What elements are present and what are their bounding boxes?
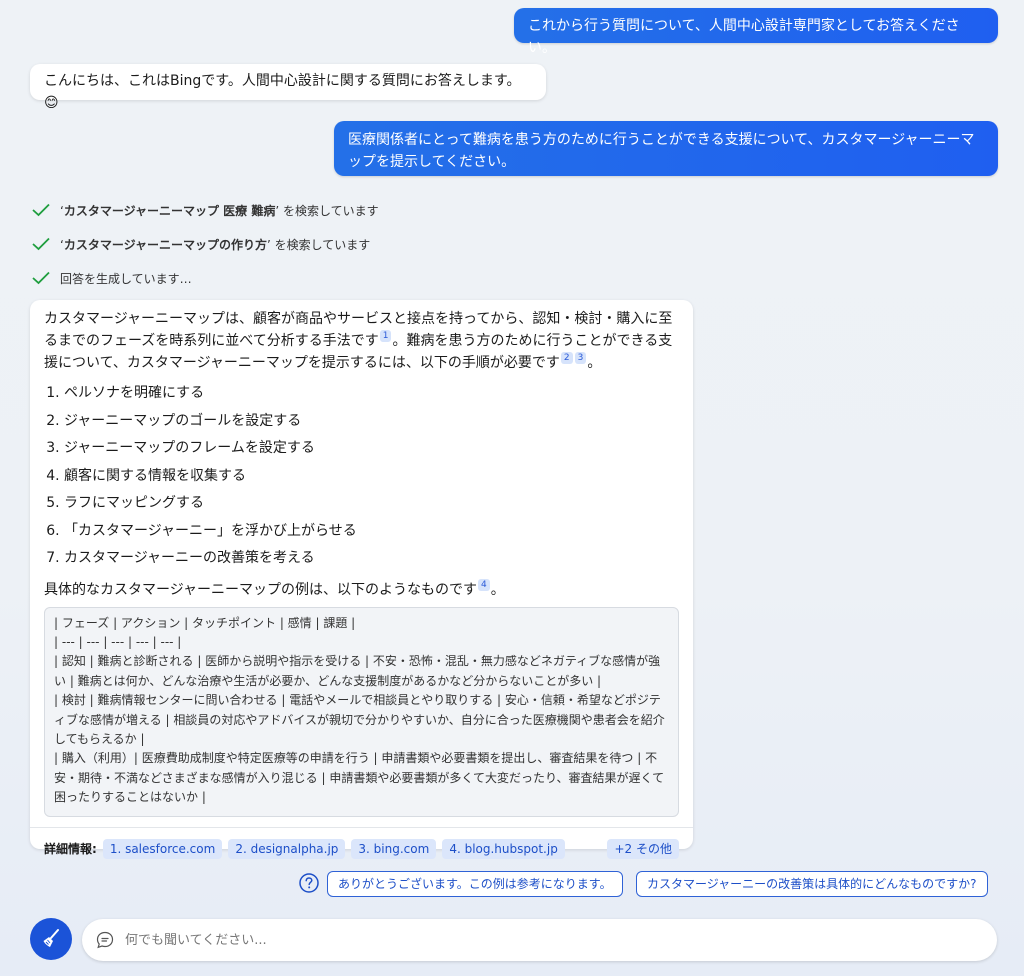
source-link[interactable]: 3. bing.com bbox=[351, 838, 437, 859]
answer-intro: カスタマージャーニーマップは、顧客が商品やサービスと接点を持ってから、認知・検討… bbox=[44, 311, 673, 371]
new-topic-button[interactable] bbox=[30, 918, 72, 960]
citation-link[interactable]: 3 bbox=[574, 352, 587, 364]
source-link[interactable]: 4. blog.hubspot.jp bbox=[442, 838, 565, 859]
steps-list: ペルソナを明確にする ジャーニーマップのゴールを設定する ジャーニーマップのフレ… bbox=[44, 380, 679, 573]
bot-message: こんにちは、これはBingです。人間中心設計に関する質問にお答えします。 😊 bbox=[30, 64, 546, 111]
citation-link[interactable]: 1 bbox=[379, 330, 392, 342]
list-item: カスタマージャーニーの改善策を考える bbox=[64, 545, 679, 573]
learn-more-label: 詳細情報: bbox=[44, 841, 97, 856]
bot-answer: カスタマージャーニーマップは、顧客が商品やサービスと接点を持ってから、認知・検討… bbox=[30, 300, 693, 859]
list-item: ペルソナを明確にする bbox=[64, 380, 679, 408]
list-item: 「カスタマージャーニー」を浮かび上がらせる bbox=[64, 518, 679, 546]
bot-message-text: こんにちは、これはBingです。人間中心設計に関する質問にお答えします。 bbox=[44, 73, 521, 89]
chat-bubble-icon bbox=[96, 931, 114, 949]
check-icon bbox=[32, 203, 50, 217]
user-message: 医療関係者にとって難病を患う方のために行うことができる支援について、カスタマージ… bbox=[334, 121, 998, 176]
search-status-row: ‘カスタマージャーニーマップの作り方’ を検索しています bbox=[32, 234, 370, 254]
list-item: ジャーニーマップのゴールを設定する bbox=[64, 408, 679, 436]
chat-input-box[interactable] bbox=[82, 919, 997, 961]
generating-text: 回答を生成しています… bbox=[60, 271, 192, 286]
user-message-text: 医療関係者にとって難病を患う方のために行うことができる支援について、カスタマージ… bbox=[348, 132, 975, 170]
check-icon bbox=[32, 271, 50, 285]
table-row: | フェーズ | アクション | タッチポイント | 感情 | 課題 | bbox=[54, 615, 356, 630]
table-row: | 検討 | 難病情報センターに問い合わせる | 電話やメールで相談員とやり取り… bbox=[54, 693, 665, 746]
list-item: ジャーニーマップのフレームを設定する bbox=[64, 435, 679, 463]
search-status-row: ‘カスタマージャーニーマップ 医療 難病’ を検索しています bbox=[32, 200, 379, 220]
chat-input[interactable] bbox=[125, 932, 997, 948]
suggestion-chip[interactable]: ありがとうございます。この例は参考になります。 bbox=[327, 871, 623, 897]
more-sources-button[interactable]: +2 その他 bbox=[607, 838, 679, 859]
citation-link[interactable]: 4 bbox=[478, 578, 490, 591]
smile-emoji-icon: 😊 bbox=[44, 95, 59, 111]
list-item: 顧客に関する情報を収集する bbox=[64, 463, 679, 491]
user-message: これから行う質問について、人間中心設計専門家としてお答えください。 bbox=[514, 8, 998, 56]
learn-more-bar: 詳細情報: 1. salesforce.com 2. designalpha.j… bbox=[30, 826, 693, 860]
markdown-table-block: | フェーズ | アクション | タッチポイント | 感情 | 課題 | | -… bbox=[44, 606, 679, 817]
table-row: | --- | --- | --- | --- | --- | bbox=[54, 634, 182, 649]
source-link[interactable]: 2. designalpha.jp bbox=[228, 838, 346, 859]
table-row: | 購入（利用）| 医療費助成制度や特定医療等の申請を行う | 申請書類や必要書… bbox=[54, 751, 665, 805]
search-query: カスタマージャーニーマップの作り方 bbox=[63, 237, 267, 252]
broom-icon bbox=[43, 929, 59, 947]
generating-status-row: 回答を生成しています… bbox=[32, 268, 192, 288]
example-intro: 具体的なカスタマージャーニーマップの例は、以下のようなものです 4。 bbox=[44, 578, 505, 598]
suggestion-chip[interactable]: カスタマージャーニーの改善策は具体的にどんなものですか? bbox=[636, 871, 988, 897]
list-item: ラフにマッピングする bbox=[64, 490, 679, 518]
check-icon bbox=[32, 237, 50, 251]
search-query: カスタマージャーニーマップ 医療 難病 bbox=[63, 203, 276, 218]
citation-link[interactable]: 2 bbox=[560, 352, 573, 364]
user-message-text: これから行う質問について、人間中心設計専門家としてお答えください。 bbox=[528, 18, 960, 56]
help-icon[interactable] bbox=[298, 872, 320, 894]
table-row: | 認知 | 難病と診断される | 医師から説明や指示を受ける | 不安・恐怖・… bbox=[54, 654, 661, 688]
source-link[interactable]: 1. salesforce.com bbox=[102, 838, 223, 859]
